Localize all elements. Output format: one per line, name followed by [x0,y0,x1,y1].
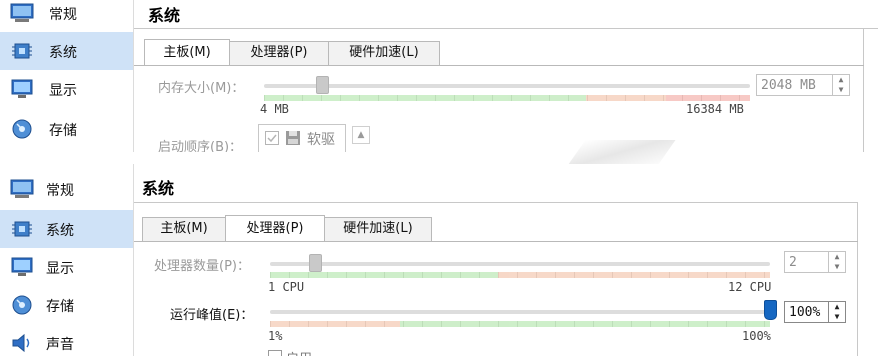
range-warning [586,95,666,101]
cpu-count-value: 2 [789,255,797,270]
tab-acceleration[interactable]: 硬件加速(L) [324,217,432,241]
sidebar-item-label: 常规 [46,183,74,199]
monitor-icon [10,179,34,198]
tab-processor[interactable]: 处理器(P) [229,41,329,65]
settings-panel-processor: 常规 系统 显示 存储 声音 系统 主板(M) 处理器(P) 硬件加速(L) 处… [0,164,878,356]
cap-max-label: 100% [742,329,771,343]
monitor-icon [10,3,34,22]
tab-label: 主板(M) [163,45,211,60]
settings-sidebar: 常规 系统 显示 存储 声音 [0,164,134,356]
range-danger [666,95,750,101]
cpu-slider-track[interactable] [270,262,770,266]
tab-label: 硬件加速(L) [349,45,419,60]
memory-range-bar [264,95,750,101]
sidebar-item-label: 存储 [46,299,74,315]
page-title: 系统 [148,6,181,25]
execution-cap-spinbox[interactable]: 100% ▲ ▼ [784,301,846,323]
move-up-button[interactable]: ▲ [352,126,370,144]
sidebar-item-storage[interactable]: 存储 [0,110,133,148]
checkbox-icon[interactable] [265,131,279,145]
memory-value: 2048 MB [761,78,816,93]
cpu-slider-handle[interactable] [309,254,323,272]
cap-slider-track[interactable] [270,310,770,314]
sidebar-item-label: 系统 [46,223,74,239]
memory-max-label: 16384 MB [686,102,744,116]
floppy-icon [286,131,300,145]
sidebar-item-label: 显示 [49,83,77,99]
tab-motherboard[interactable]: 主板(M) [142,217,226,241]
cap-min-label: 1% [268,329,283,343]
sidebar-item-display[interactable]: 显示 [0,248,133,286]
boot-order-label: 启动顺序(B)： [158,140,243,152]
tab-acceleration[interactable]: 硬件加速(L) [328,41,440,65]
spin-arrows-icon[interactable]: ▲ ▼ [828,302,845,322]
tab-label: 处理器(P) [250,45,308,60]
settings-content: 系统 主板(M) 处理器(P) 硬件加速(L) 内存大小(M)： 4 MB 16… [134,0,878,152]
tab-processor[interactable]: 处理器(P) [225,215,325,241]
sidebar-item-label: 系统 [49,45,77,61]
sidebar-item-label: 显示 [46,261,74,277]
tab-motherboard[interactable]: 主板(M) [144,39,230,65]
boot-item-label: 软驱 [307,132,335,148]
sidebar-item-label: 存储 [49,123,77,139]
sidebar-item-general[interactable]: 常规 [0,170,133,208]
memory-slider-track[interactable] [264,84,750,88]
sidebar-item-audio[interactable]: 声音 [0,324,133,356]
sidebar-item-system[interactable]: 系统 [0,32,133,70]
cpu-count-label: 处理器数量(P)： [154,259,250,274]
boot-order-list[interactable]: 软驱 [258,124,346,152]
cap-slider-handle[interactable] [764,300,777,320]
tab-bar: 主板(M) 处理器(P) 硬件加速(L) [134,39,864,66]
chip-icon [12,221,32,237]
arrow-up-icon: ▲ [357,130,365,140]
memory-label: 内存大小(M)： [158,81,245,96]
content-header: 系统 [134,164,858,203]
sidebar-item-system[interactable]: 系统 [0,210,133,248]
settings-panel-motherboard: 常规 系统 显示 存储 系统 主板(M) 处理器(P) 硬件加速(L) 内存大小… [0,0,878,152]
storage-icon [12,295,32,315]
range-warning [270,321,400,327]
sidebar-item-label: 声音 [46,337,74,353]
cpu-count-spinbox[interactable]: 2 ▲ ▼ [784,251,846,273]
settings-sidebar: 常规 系统 显示 存储 [0,0,134,152]
range-warning [498,272,770,278]
sidebar-item-storage[interactable]: 存储 [0,286,133,324]
memory-slider-handle[interactable] [316,76,330,94]
chip-icon [12,43,32,59]
cap-range-bar [270,321,770,327]
display-icon [11,79,33,98]
range-recommended [270,272,498,278]
tab-label: 主板(M) [160,221,208,236]
panel-separator [0,152,878,164]
cpu-max-label: 12 CPU [728,280,772,294]
memory-min-label: 4 MB [260,102,289,116]
spin-arrows-icon[interactable]: ▲ ▼ [832,75,849,95]
pae-label: 启用 [286,348,312,356]
execution-cap-label: 运行峰值(E)： [170,308,254,323]
cpu-range-bar [270,272,770,278]
sidebar-item-label: 常规 [49,7,77,23]
memory-spinbox[interactable]: 2048 MB ▲ ▼ [756,74,850,96]
settings-content: 系统 主板(M) 处理器(P) 硬件加速(L) 处理器数量(P)： 1 CPU … [134,164,878,356]
execution-cap-value: 100% [789,305,821,320]
speaker-icon [12,333,30,353]
page-title: 系统 [142,179,175,198]
tab-label: 处理器(P) [246,221,304,236]
tab-label: 硬件加速(L) [343,221,413,236]
spin-arrows-icon[interactable]: ▲ ▼ [828,252,845,272]
sidebar-item-display[interactable]: 显示 [0,70,133,108]
storage-icon [12,119,32,139]
cpu-min-label: 1 CPU [268,280,305,294]
tab-bar: 主板(M) 处理器(P) 硬件加速(L) [134,215,858,242]
display-icon [11,257,33,276]
range-recommended [400,321,770,327]
range-recommended [264,95,586,101]
content-header: 系统 [134,0,878,29]
sidebar-item-general[interactable]: 常规 [0,0,133,32]
pae-checkbox[interactable] [268,350,282,356]
